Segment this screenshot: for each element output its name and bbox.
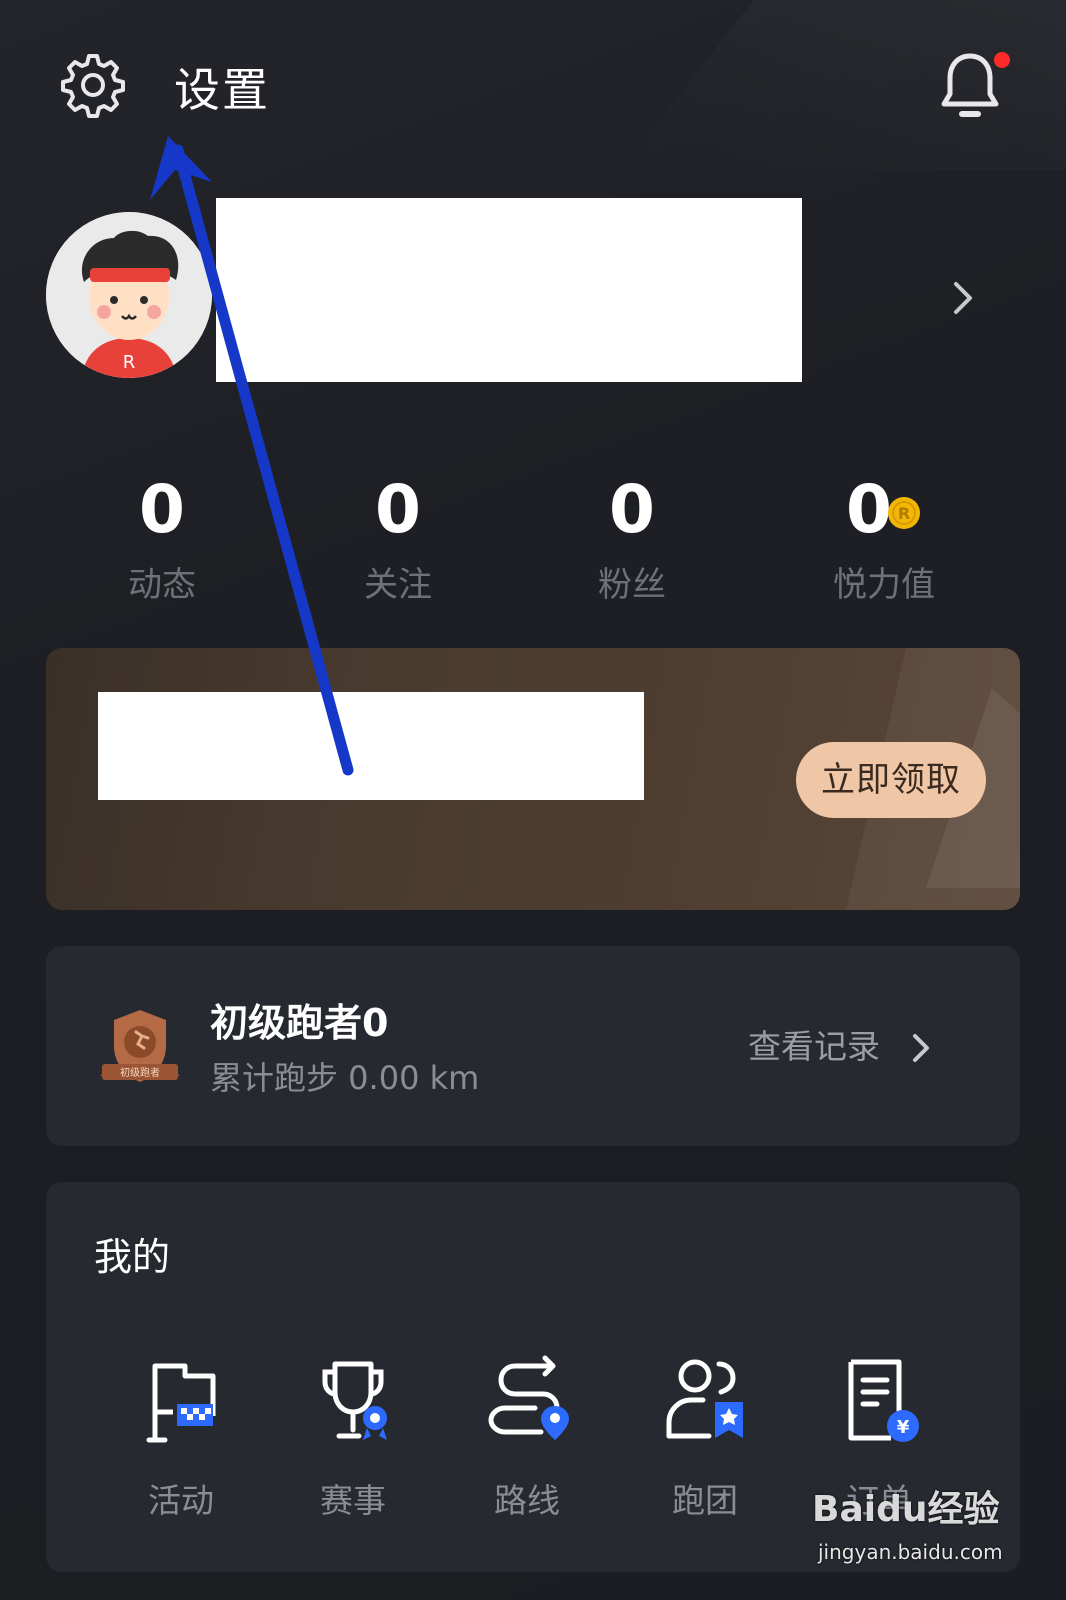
avatar[interactable]: R xyxy=(46,212,212,378)
settings-label[interactable]: 设置 xyxy=(174,62,270,118)
trophy-icon xyxy=(322,1361,387,1440)
avatar-cartoon-icon: R xyxy=(46,212,212,378)
svg-text:初级跑者: 初级跑者 xyxy=(120,1066,160,1079)
mine-item-run-group[interactable]: 跑团 xyxy=(640,1352,770,1524)
svg-text:¥: ¥ xyxy=(897,1417,910,1438)
stat-points[interactable]: 0 悦力值 xyxy=(784,470,984,608)
stat-label: 关注 xyxy=(364,565,432,605)
profile-screen: 设置 R 0 动态 0 关注 0 粉丝 0 悦力值 R 立即领取 初级跑者 初级… xyxy=(0,0,1066,1600)
mine-item-label: 赛事 xyxy=(320,1481,386,1520)
stat-label: 动态 xyxy=(128,565,196,605)
notification-dot xyxy=(994,52,1010,68)
bell-icon[interactable] xyxy=(938,50,1002,124)
activity-flag-icon xyxy=(146,1363,216,1443)
stat-posts[interactable]: 0 动态 xyxy=(62,470,262,608)
stat-value: 0 xyxy=(846,471,892,548)
mine-item-activity[interactable]: 活动 xyxy=(116,1352,246,1524)
stat-followers[interactable]: 0 粉丝 xyxy=(532,470,732,608)
run-group-icon xyxy=(666,1359,743,1439)
stat-value: 0 xyxy=(375,471,421,548)
mine-item-label: 活动 xyxy=(148,1481,214,1520)
runner-level-title: 初级跑者0 xyxy=(210,1001,389,1045)
runner-level-card[interactable]: 初级跑者 初级跑者0 累计跑步 0.00 km 查看记录 xyxy=(46,946,1020,1146)
mine-item-label: 路线 xyxy=(494,1481,560,1520)
mine-item-routes[interactable]: 路线 xyxy=(462,1352,592,1524)
stat-value: 0 xyxy=(139,471,185,548)
mine-section-title: 我的 xyxy=(94,1235,171,1279)
stat-value: 0 xyxy=(609,471,655,548)
mine-item-events[interactable]: 赛事 xyxy=(288,1352,418,1524)
stat-label: 悦力值 xyxy=(833,565,935,605)
watermark-brand: Baidu经验 xyxy=(812,1489,1000,1530)
mine-item-label: 跑团 xyxy=(672,1481,738,1520)
stat-label: 粉丝 xyxy=(598,565,666,605)
promo-banner[interactable]: 立即领取 xyxy=(46,648,1020,910)
view-records-link[interactable]: 查看记录 xyxy=(748,1024,880,1070)
svg-text:R: R xyxy=(123,352,136,373)
gear-icon[interactable] xyxy=(60,52,126,118)
claim-now-button[interactable]: 立即领取 xyxy=(796,742,986,818)
stat-following[interactable]: 0 关注 xyxy=(298,470,498,608)
order-icon: ¥ xyxy=(848,1359,919,1442)
watermark-url: jingyan.baidu.com xyxy=(818,1540,1003,1564)
svg-text:R: R xyxy=(898,504,910,523)
redacted-username[interactable] xyxy=(216,198,802,382)
route-icon xyxy=(488,1355,569,1440)
chevron-right-icon[interactable] xyxy=(950,280,976,316)
runner-medal-icon: 初级跑者 xyxy=(100,1010,180,1082)
chevron-right-icon[interactable] xyxy=(910,1032,932,1064)
coin-icon: R xyxy=(888,497,920,529)
redacted-promo-text xyxy=(98,692,644,800)
baidu-watermark: Baidu经验 jingyan.baidu.com xyxy=(812,1480,1012,1590)
total-distance: 累计跑步 0.00 km xyxy=(210,1059,480,1097)
